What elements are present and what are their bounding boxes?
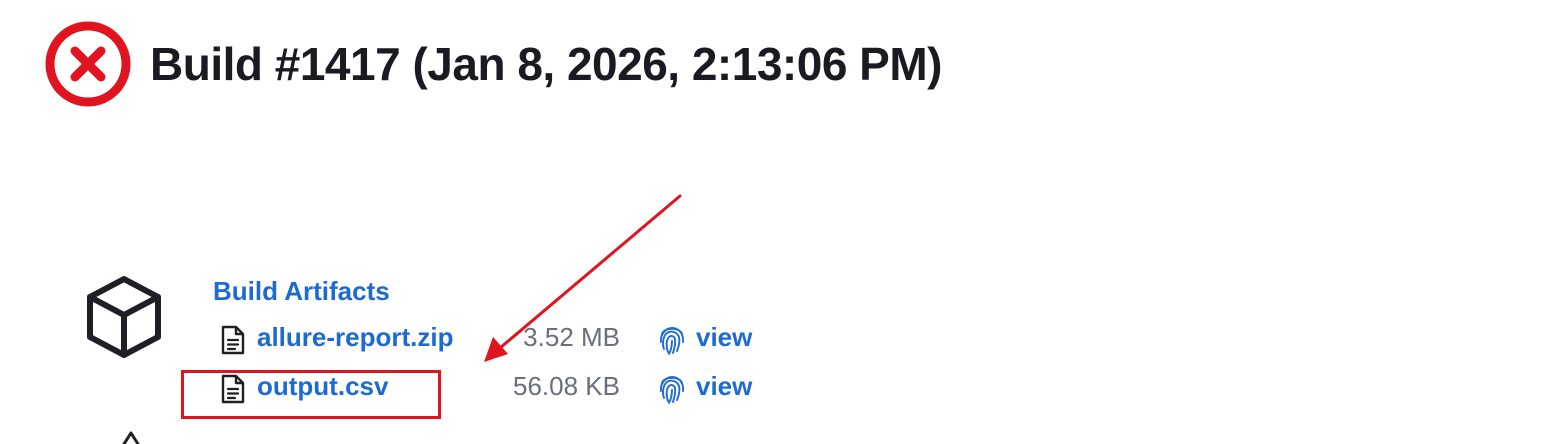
artifact-file-size: 3.52 MB xyxy=(523,322,620,352)
artifact-file-size: 56.08 KB xyxy=(513,371,620,401)
fingerprint-icon[interactable] xyxy=(658,322,686,356)
error-x-icon xyxy=(45,21,131,107)
annotation-highlight-box xyxy=(181,370,441,419)
view-link[interactable]: view xyxy=(696,321,752,353)
package-box-icon xyxy=(87,276,161,358)
document-icon xyxy=(221,325,245,355)
artifact-row: allure-report.zip 3.52 MB view xyxy=(218,318,778,358)
page-title: Build #1417 (Jan 8, 2026, 2:13:06 PM) xyxy=(150,38,943,90)
build-artifacts-link[interactable]: Build Artifacts xyxy=(213,275,390,307)
build-header: Build #1417 (Jan 8, 2026, 2:13:06 PM) xyxy=(44,20,943,108)
fingerprint-icon[interactable] xyxy=(658,371,686,405)
artifact-file-link[interactable]: allure-report.zip xyxy=(257,321,453,353)
view-link[interactable]: view xyxy=(696,370,752,402)
